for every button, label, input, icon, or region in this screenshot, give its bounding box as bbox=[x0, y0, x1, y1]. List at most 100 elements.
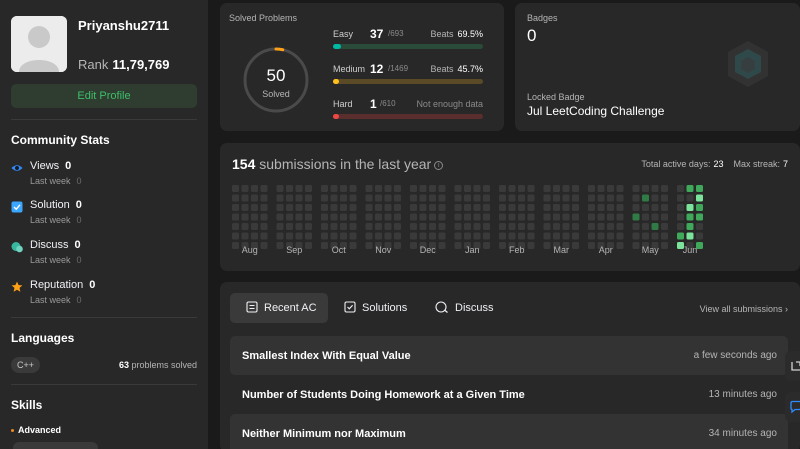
heatmap-cell[interactable] bbox=[241, 185, 249, 192]
heatmap-cell[interactable] bbox=[499, 242, 506, 249]
floating-panel-button[interactable] bbox=[785, 351, 800, 381]
locked-badge-icon[interactable] bbox=[725, 39, 771, 89]
heatmap-cell[interactable] bbox=[454, 185, 462, 192]
heatmap-cell[interactable] bbox=[553, 194, 560, 202]
heatmap-cell[interactable] bbox=[260, 223, 268, 230]
heatmap-cell[interactable] bbox=[562, 194, 570, 202]
heatmap-cell[interactable] bbox=[429, 194, 436, 202]
heatmap-cell[interactable] bbox=[696, 232, 703, 240]
heatmap-cell[interactable] bbox=[508, 213, 516, 221]
heatmap-cell[interactable] bbox=[473, 213, 481, 221]
heatmap-cell[interactable] bbox=[295, 213, 303, 221]
heatmap-cell[interactable] bbox=[375, 213, 382, 221]
heatmap-cell[interactable] bbox=[438, 185, 446, 192]
heatmap-cell[interactable] bbox=[677, 232, 684, 240]
heatmap-cell[interactable] bbox=[286, 194, 293, 202]
heatmap-cell[interactable] bbox=[295, 185, 303, 192]
heatmap-cell[interactable] bbox=[686, 204, 694, 211]
heatmap-cell[interactable] bbox=[305, 185, 312, 192]
heatmap-cell[interactable] bbox=[597, 232, 605, 240]
heatmap-cell[interactable] bbox=[340, 223, 347, 230]
heatmap-cell[interactable] bbox=[651, 232, 659, 240]
heatmap-cell[interactable] bbox=[394, 242, 401, 249]
heatmap-cell[interactable] bbox=[508, 204, 516, 211]
heatmap-cell[interactable] bbox=[429, 185, 436, 192]
heatmap-cell[interactable] bbox=[588, 204, 595, 211]
heatmap-cell[interactable] bbox=[508, 223, 516, 230]
heatmap-cell[interactable] bbox=[677, 204, 684, 211]
heatmap-cell[interactable] bbox=[499, 194, 506, 202]
heatmap-cell[interactable] bbox=[527, 204, 535, 211]
heatmap-cell[interactable] bbox=[340, 232, 347, 240]
recent-ac-row[interactable]: Neither Minimum nor Maximum 34 minutes a… bbox=[230, 414, 788, 449]
heatmap-cell[interactable] bbox=[384, 213, 392, 221]
heatmap-cell[interactable] bbox=[438, 213, 446, 221]
heatmap-cell[interactable] bbox=[508, 194, 516, 202]
tab-discuss[interactable]: Discuss bbox=[435, 293, 505, 323]
heatmap-cell[interactable] bbox=[330, 223, 338, 230]
heatmap-cell[interactable] bbox=[429, 204, 436, 211]
heatmap-cell[interactable] bbox=[473, 185, 481, 192]
heatmap-cell[interactable] bbox=[321, 242, 328, 249]
heatmap-cell[interactable] bbox=[384, 194, 392, 202]
heatmap-cell[interactable] bbox=[588, 213, 595, 221]
heatmap-cell[interactable] bbox=[473, 232, 481, 240]
heatmap-cell[interactable] bbox=[394, 213, 401, 221]
heatmap-cell[interactable] bbox=[454, 232, 462, 240]
heatmap-cell[interactable] bbox=[632, 213, 640, 221]
heatmap-cell[interactable] bbox=[686, 213, 694, 221]
heatmap-cell[interactable] bbox=[276, 213, 284, 221]
heatmap-cell[interactable] bbox=[276, 204, 284, 211]
heatmap-cell[interactable] bbox=[597, 223, 605, 230]
heatmap-cell[interactable] bbox=[607, 223, 614, 230]
heatmap-cell[interactable] bbox=[651, 185, 659, 192]
heatmap-cell[interactable] bbox=[543, 223, 551, 230]
heatmap-cell[interactable] bbox=[572, 194, 579, 202]
heatmap-cell[interactable] bbox=[616, 204, 624, 211]
heatmap-cell[interactable] bbox=[464, 194, 471, 202]
heatmap-cell[interactable] bbox=[251, 232, 258, 240]
heatmap-cell[interactable] bbox=[232, 185, 239, 192]
heatmap-cell[interactable] bbox=[483, 223, 490, 230]
heatmap-cell[interactable] bbox=[661, 242, 668, 249]
heatmap-cell[interactable] bbox=[686, 194, 694, 202]
heatmap-cell[interactable] bbox=[295, 232, 303, 240]
heatmap-cell[interactable] bbox=[260, 213, 268, 221]
heatmap-cell[interactable] bbox=[232, 232, 239, 240]
problem-title[interactable]: Neither Minimum nor Maximum bbox=[242, 428, 406, 440]
heatmap-cell[interactable] bbox=[232, 204, 239, 211]
heatmap-cell[interactable] bbox=[321, 213, 328, 221]
heatmap-cell[interactable] bbox=[527, 242, 535, 249]
heatmap-cell[interactable] bbox=[241, 194, 249, 202]
heatmap-cell[interactable] bbox=[527, 223, 535, 230]
heatmap-cell[interactable] bbox=[349, 204, 357, 211]
heatmap-cell[interactable] bbox=[394, 194, 401, 202]
heatmap-cell[interactable] bbox=[384, 223, 392, 230]
heatmap-cell[interactable] bbox=[642, 194, 649, 202]
heatmap-cell[interactable] bbox=[260, 185, 268, 192]
heatmap-cell[interactable] bbox=[632, 194, 640, 202]
heatmap-cell[interactable] bbox=[553, 213, 560, 221]
heatmap-cell[interactable] bbox=[276, 194, 284, 202]
heatmap-cell[interactable] bbox=[616, 185, 624, 192]
heatmap-cell[interactable] bbox=[454, 213, 462, 221]
heatmap-cell[interactable] bbox=[286, 232, 293, 240]
heatmap-cell[interactable] bbox=[527, 194, 535, 202]
heatmap-cell[interactable] bbox=[305, 223, 312, 230]
heatmap-cell[interactable] bbox=[632, 223, 640, 230]
heatmap-cell[interactable] bbox=[616, 242, 624, 249]
heatmap-cell[interactable] bbox=[349, 242, 357, 249]
heatmap-cell[interactable] bbox=[651, 194, 659, 202]
heatmap-cell[interactable] bbox=[588, 232, 595, 240]
heatmap-cell[interactable] bbox=[321, 204, 328, 211]
heatmap-cell[interactable] bbox=[553, 223, 560, 230]
heatmap-cell[interactable] bbox=[330, 213, 338, 221]
heatmap-cell[interactable] bbox=[375, 204, 382, 211]
heatmap-cell[interactable] bbox=[499, 213, 506, 221]
heatmap-cell[interactable] bbox=[330, 232, 338, 240]
heatmap-cell[interactable] bbox=[499, 232, 506, 240]
heatmap-cell[interactable] bbox=[260, 204, 268, 211]
heatmap-cell[interactable] bbox=[543, 204, 551, 211]
problem-title[interactable]: Number of Students Doing Homework at a G… bbox=[242, 389, 525, 401]
heatmap-cell[interactable] bbox=[438, 242, 446, 249]
